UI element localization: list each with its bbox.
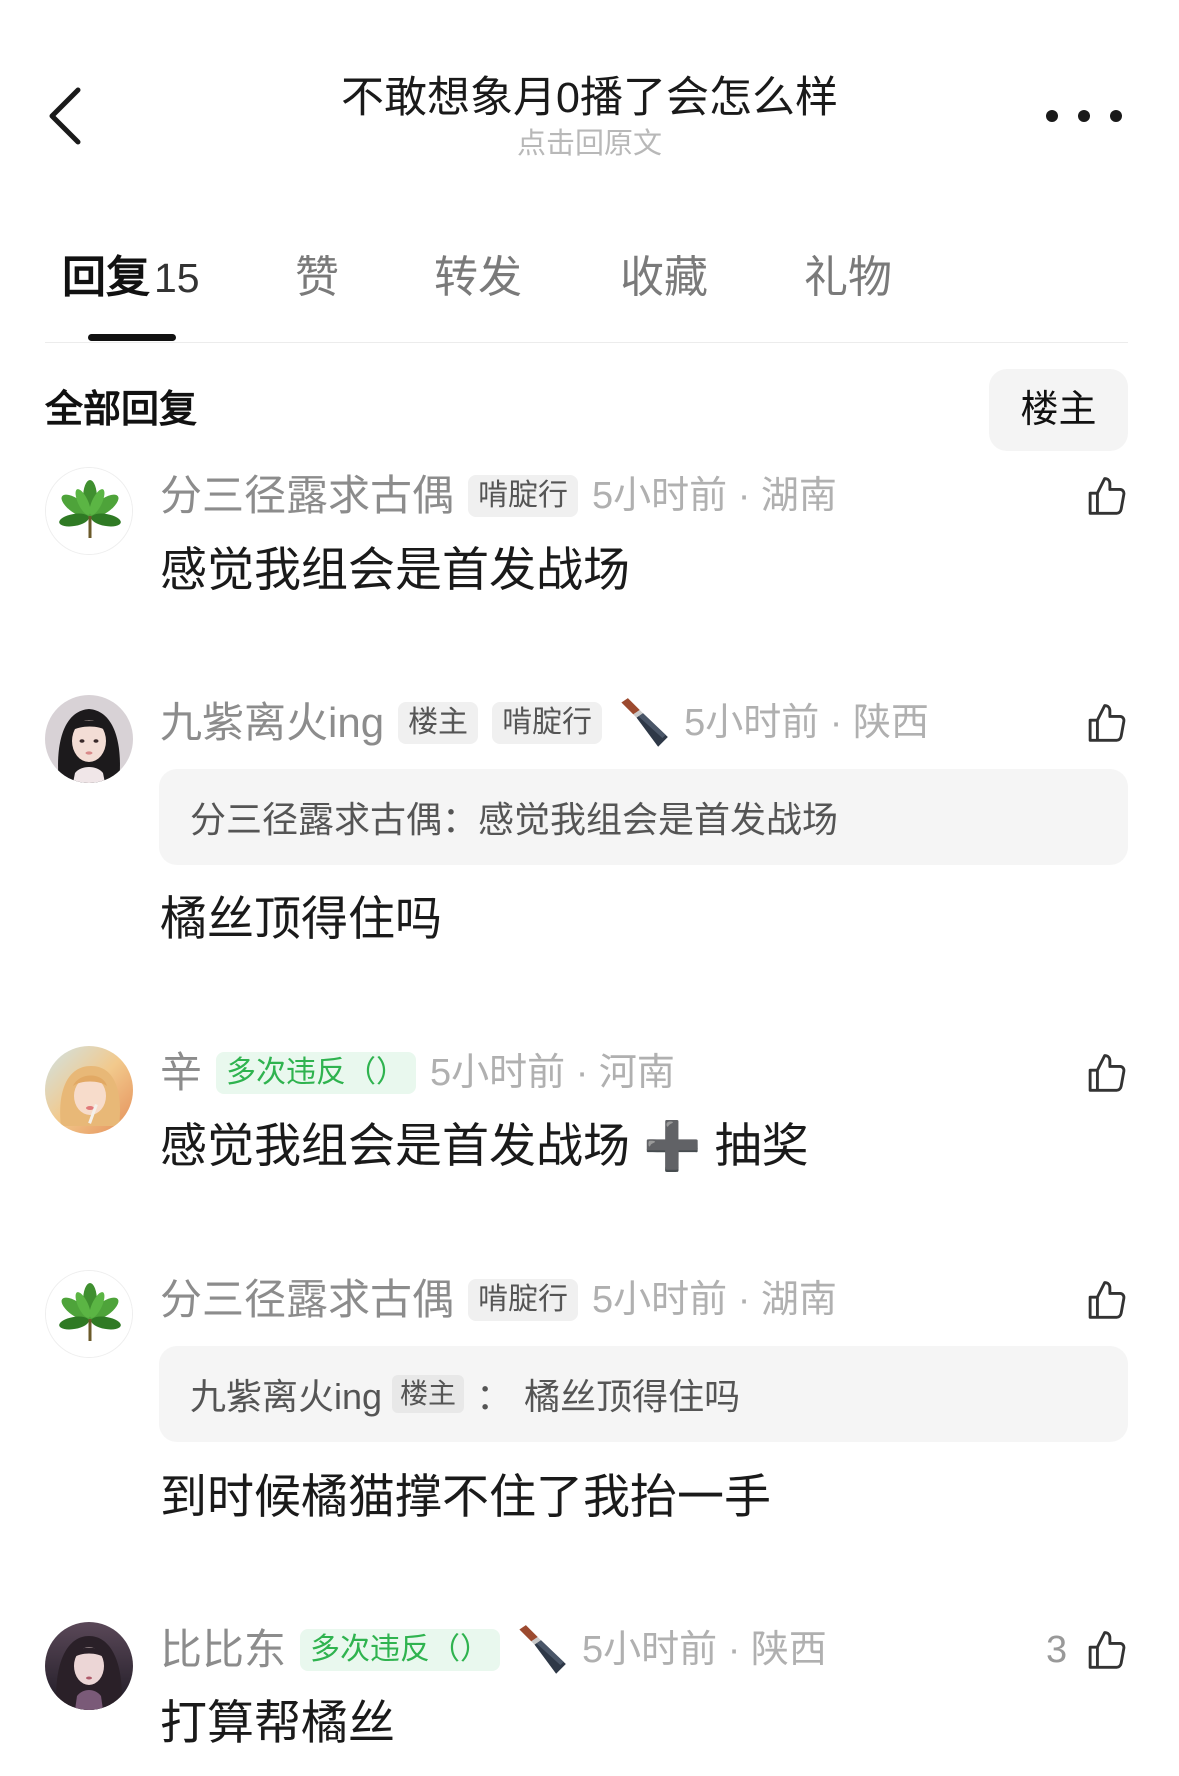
section-heading: 全部回复 [45,389,198,431]
violation-badge: 多次违反（） [216,1052,417,1094]
quote-author: 九紫离火ing [190,1376,383,1417]
warm-photo-avatar[interactable] [45,1046,133,1134]
page-title: 不敢想象月0播了会怎么样 [341,74,838,122]
like-count: 3 [1046,1629,1068,1671]
comment-meta: 辛 多次违反（） 5小时前 · 河南 [160,1047,675,1099]
comment-text[interactable]: 感觉我组会是首发战场 ➕ 抽奖 [160,1116,809,1176]
timestamp-location: 5小时前 · 湖南 [592,1279,837,1321]
thumbs-up-icon[interactable] [1084,1627,1130,1673]
comment-text[interactable]: 打算帮橘丝 [160,1693,395,1753]
knife-icon [514,1623,568,1677]
thumbs-up-icon[interactable] [1084,1050,1130,1096]
timestamp-location: 5小时前 · 陕西 [684,702,929,744]
violation-badge: 多次违反（） [300,1629,501,1671]
dark-portrait-avatar[interactable] [45,1622,133,1710]
tab-label: 回复 [62,253,150,302]
tab-gifts[interactable]: 礼物 [804,250,892,306]
thumbs-up-icon[interactable] [1084,700,1130,746]
comment-meta: 分三径露求古偶 啃腚行 5小时前 · 湖南 [160,1274,837,1326]
tab-replies[interactable]: 回复15 [62,250,200,306]
tab-reposts[interactable]: 转发 [434,250,522,306]
username[interactable]: 分三径露求古偶 [160,470,454,522]
quote-author: 分三径露求古偶 [190,799,443,840]
leaf-avatar[interactable] [45,1270,133,1358]
quote-separator: ： [476,1376,513,1417]
knife-icon [616,696,670,750]
username[interactable]: 比比东 [160,1624,286,1676]
divider [45,342,1128,343]
user-badge: 啃腚行 [468,475,579,517]
op-badge: 楼主 [392,1375,465,1413]
back-to-original-link[interactable]: 点击回原文 [0,126,1179,162]
girl-avatar[interactable] [45,695,133,783]
tab-count: 15 [154,255,200,301]
quote-text: 橘丝顶得住吗 [524,1376,741,1417]
comment-text[interactable]: 到时候橘猫撑不住了我抬一手 [160,1467,771,1527]
comment-meta: 九紫离火ing 楼主 啃腚行 5小时前 · 陕西 [160,697,929,749]
comment-meta: 分三径露求古偶 啃腚行 5小时前 · 湖南 [160,470,837,522]
quoted-reply[interactable]: 分三径露求古偶：感觉我组会是首发战场 [159,769,1128,865]
user-badge: 啃腚行 [492,702,603,744]
quote-separator: ： [442,799,479,840]
quoted-reply[interactable]: 九紫离火ing 楼主 ： 橘丝顶得住吗 [159,1346,1128,1442]
thumbs-up-icon[interactable] [1084,1277,1130,1323]
username[interactable]: 九紫离火ing [160,697,384,749]
user-badge: 啃腚行 [468,1279,579,1321]
timestamp-location: 5小时前 · 湖南 [592,475,837,517]
timestamp-location: 5小时前 · 河南 [430,1052,675,1094]
comment-meta: 比比东 多次违反（） 5小时前 · 陕西 [160,1624,827,1676]
tab-likes[interactable]: 赞 [295,250,339,306]
comment-text[interactable]: 感觉我组会是首发战场 [160,540,630,600]
username[interactable]: 分三径露求古偶 [160,1274,454,1326]
comment-text[interactable]: 橘丝顶得住吗 [160,889,442,949]
leaf-avatar[interactable] [45,467,133,555]
timestamp-location: 5小时前 · 陕西 [582,1629,827,1671]
op-only-button[interactable]: 楼主 [989,369,1128,451]
more-dots-icon[interactable] [1046,104,1122,128]
op-badge: 楼主 [398,702,479,744]
thumbs-up-icon[interactable] [1084,473,1130,519]
username[interactable]: 辛 [160,1047,202,1099]
quote-text: 感觉我组会是首发战场 [478,799,839,840]
active-tab-indicator [88,334,176,341]
tab-favorites[interactable]: 收藏 [620,250,708,306]
